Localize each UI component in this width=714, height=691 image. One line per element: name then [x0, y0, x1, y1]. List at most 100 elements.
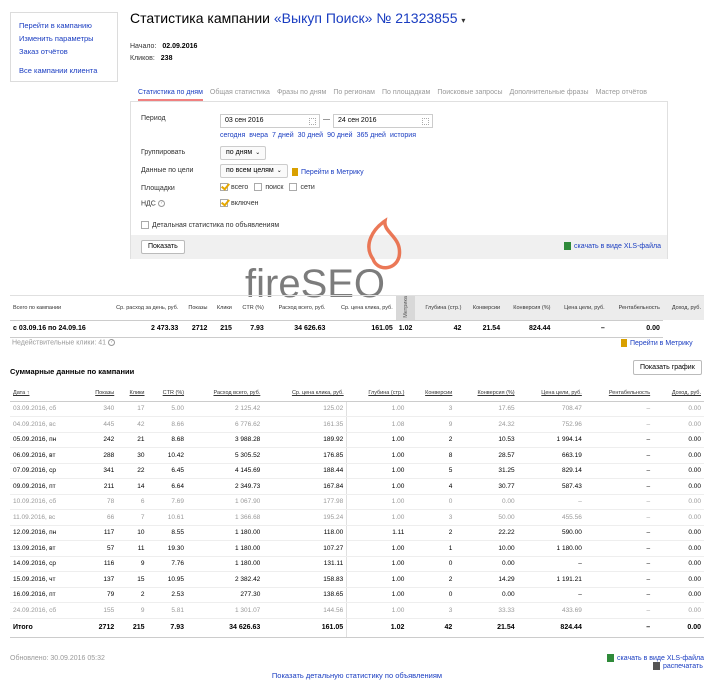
quick-link-2[interactable]: 7 дней — [272, 132, 294, 139]
show-chart-button[interactable]: Показать график — [633, 360, 702, 375]
daily-cell: 2 — [117, 587, 148, 603]
daily-header-8[interactable]: Конверсия (%) — [455, 386, 518, 402]
daily-header-4[interactable]: Расход всего, руб. — [187, 386, 264, 402]
xls-download-text: скачать в виде XLS-файла — [574, 242, 661, 250]
quick-link-1[interactable]: вчера — [249, 132, 268, 139]
daily-cell: 1 366.68 — [187, 509, 264, 526]
goal-select[interactable]: по всем целям ⌄ — [220, 164, 288, 178]
campaign-dropdown-caret-icon[interactable]: ▾ — [461, 16, 465, 25]
daily-header-10[interactable]: Рентабельность — [584, 386, 654, 402]
daily-cell: 9 — [117, 556, 148, 572]
daily-cell: 42 — [117, 416, 148, 433]
page-title: Статистика кампании «Выкуп Поиск» № 2132… — [130, 10, 465, 26]
daily-header-5[interactable]: Ср. цена клика, руб. — [263, 386, 347, 402]
calendar-icon[interactable] — [422, 118, 429, 125]
daily-cell: – — [584, 602, 654, 619]
daily-cell: 8.68 — [147, 432, 188, 448]
tab-3[interactable]: По регионам — [333, 87, 375, 99]
platform-checkbox-1[interactable] — [254, 183, 263, 191]
daily-cell: 587.43 — [517, 478, 585, 495]
total-cell: 42 — [407, 617, 456, 638]
table-row: 06.09.2016, вт 288 30 10.42 5 305.52 176.85 1.… — [10, 447, 704, 464]
quick-link-6[interactable]: история — [390, 132, 416, 139]
tab-7[interactable]: Мастер отчётов — [596, 87, 647, 99]
nav-edit-params[interactable]: Изменить параметры — [19, 32, 109, 45]
quick-link-5[interactable]: 365 дней — [357, 132, 386, 139]
daily-cell: 04.09.2016, вс — [10, 416, 82, 433]
daily-cell: 590.00 — [517, 525, 585, 541]
daily-cell: 50.00 — [455, 509, 518, 526]
daily-cell: 2 — [407, 571, 456, 588]
daily-header-3[interactable]: CTR (%) — [147, 386, 188, 402]
daily-header-9[interactable]: Цена цели, руб. — [517, 386, 585, 402]
show-button[interactable]: Показать — [141, 240, 185, 254]
metrika-link[interactable]: Перейти в Метрику — [292, 168, 364, 176]
daily-header-7[interactable]: Конверсии — [407, 386, 456, 402]
tab-1[interactable]: Общая статистика — [210, 87, 270, 99]
tab-5[interactable]: Поисковые запросы — [437, 87, 502, 99]
daily-header-2[interactable]: Клики — [117, 386, 148, 402]
detailed-stats-checkbox[interactable]: Детальная статистика по объявлениям — [141, 221, 279, 229]
daily-cell: 2 382.42 — [187, 571, 264, 588]
footer-xls-link[interactable]: скачать в виде XLS-файла — [607, 654, 704, 662]
tab-2[interactable]: Фразы по дням — [277, 87, 326, 99]
quick-link-0[interactable]: сегодня — [220, 132, 245, 139]
daily-header-11[interactable]: Доход, руб. — [653, 386, 704, 402]
daily-cell: 15 — [117, 571, 148, 588]
daily-cell: – — [584, 416, 654, 433]
print-link[interactable]: распечатать — [653, 662, 703, 670]
help-icon[interactable]: ? — [157, 200, 165, 207]
platform-option-0[interactable]: всего — [220, 183, 248, 191]
detailed-stats-checkbox-box[interactable] — [141, 221, 149, 229]
tab-6[interactable]: Дополнительные фразы — [510, 87, 589, 99]
nav-all-campaigns[interactable]: Все кампании клиента — [19, 64, 109, 77]
quick-link-4[interactable]: 90 дней — [327, 132, 352, 139]
quick-link-3[interactable]: 30 дней — [298, 132, 323, 139]
daily-cell: 78 — [81, 494, 118, 510]
group-select[interactable]: по дням ⌄ — [220, 146, 267, 160]
calendar-icon[interactable] — [309, 118, 316, 125]
platform-checkbox-0[interactable] — [220, 183, 228, 191]
platform-option-2[interactable]: сети — [289, 183, 315, 191]
daily-header-6[interactable]: Глубина (стр.) — [346, 386, 408, 402]
metrika-link-2[interactable]: Перейти в Метрику — [621, 339, 693, 347]
tab-0[interactable]: Статистика по дням — [138, 87, 203, 101]
daily-cell: 1.00 — [346, 509, 408, 526]
campaign-name[interactable]: «Выкуп Поиск» № 21323855 — [274, 10, 458, 26]
daily-cell: 708.47 — [517, 401, 585, 417]
daily-cell: 6 — [117, 494, 148, 510]
date-to-input[interactable]: 24 сен 2016 — [333, 114, 433, 128]
daily-cell: 1.00 — [346, 447, 408, 464]
xls-download-link[interactable]: скачать в виде XLS-файла — [564, 242, 661, 250]
summary-header-6: Ср. цена клика, руб. — [328, 295, 396, 321]
platform-label-1: поиск — [265, 183, 284, 191]
xls-icon — [564, 242, 571, 250]
daily-cell: 07.09.2016, ср — [10, 463, 82, 479]
daily-header-0[interactable]: Дата ↑ — [10, 386, 82, 402]
tab-4[interactable]: По площадкам — [382, 87, 430, 99]
daily-cell: – — [584, 401, 654, 417]
vat-checkbox-box[interactable] — [220, 199, 228, 207]
vat-checkbox[interactable]: включен — [220, 199, 258, 207]
daily-cell: 13.09.2016, вт — [10, 540, 82, 557]
nav-go-to-campaign[interactable]: Перейти в кампанию — [19, 19, 109, 32]
detailed-stats-link[interactable]: Показать детальную статистику по объявле… — [0, 671, 714, 680]
daily-cell: 09.09.2016, пт — [10, 478, 82, 495]
daily-header-1[interactable]: Показы — [81, 386, 118, 402]
daily-cell: 4 — [407, 478, 456, 495]
summary-cell-13: 0.00 — [607, 319, 663, 338]
daily-cell: 2.53 — [147, 587, 188, 603]
daily-table: Дата ↑ Показы Клики CTR (%) Расход всего, ру… — [10, 386, 704, 638]
platform-checkbox-2[interactable] — [289, 183, 298, 191]
help-icon[interactable]: ? — [108, 339, 116, 346]
platform-option-1[interactable]: поиск — [254, 183, 284, 191]
date-from-input[interactable]: 03 сен 2016 — [220, 114, 320, 128]
metrika-vertical-tab[interactable]: Метрика — [395, 295, 416, 321]
daily-cell: 455.56 — [517, 509, 585, 526]
filter-panel: Период 03 сен 2016 — 24 сен 2016 сегодня… — [130, 101, 668, 259]
metrika-link-text: Перейти в Метрику — [301, 168, 364, 176]
daily-cell: 1 180.00 — [517, 540, 585, 557]
nav-order-reports[interactable]: Заказ отчётов — [19, 45, 109, 58]
daily-cell: – — [584, 525, 654, 541]
daily-table-body: 03.09.2016, сб 340 17 5.00 2 125.42 125.02 1.0… — [10, 401, 704, 638]
